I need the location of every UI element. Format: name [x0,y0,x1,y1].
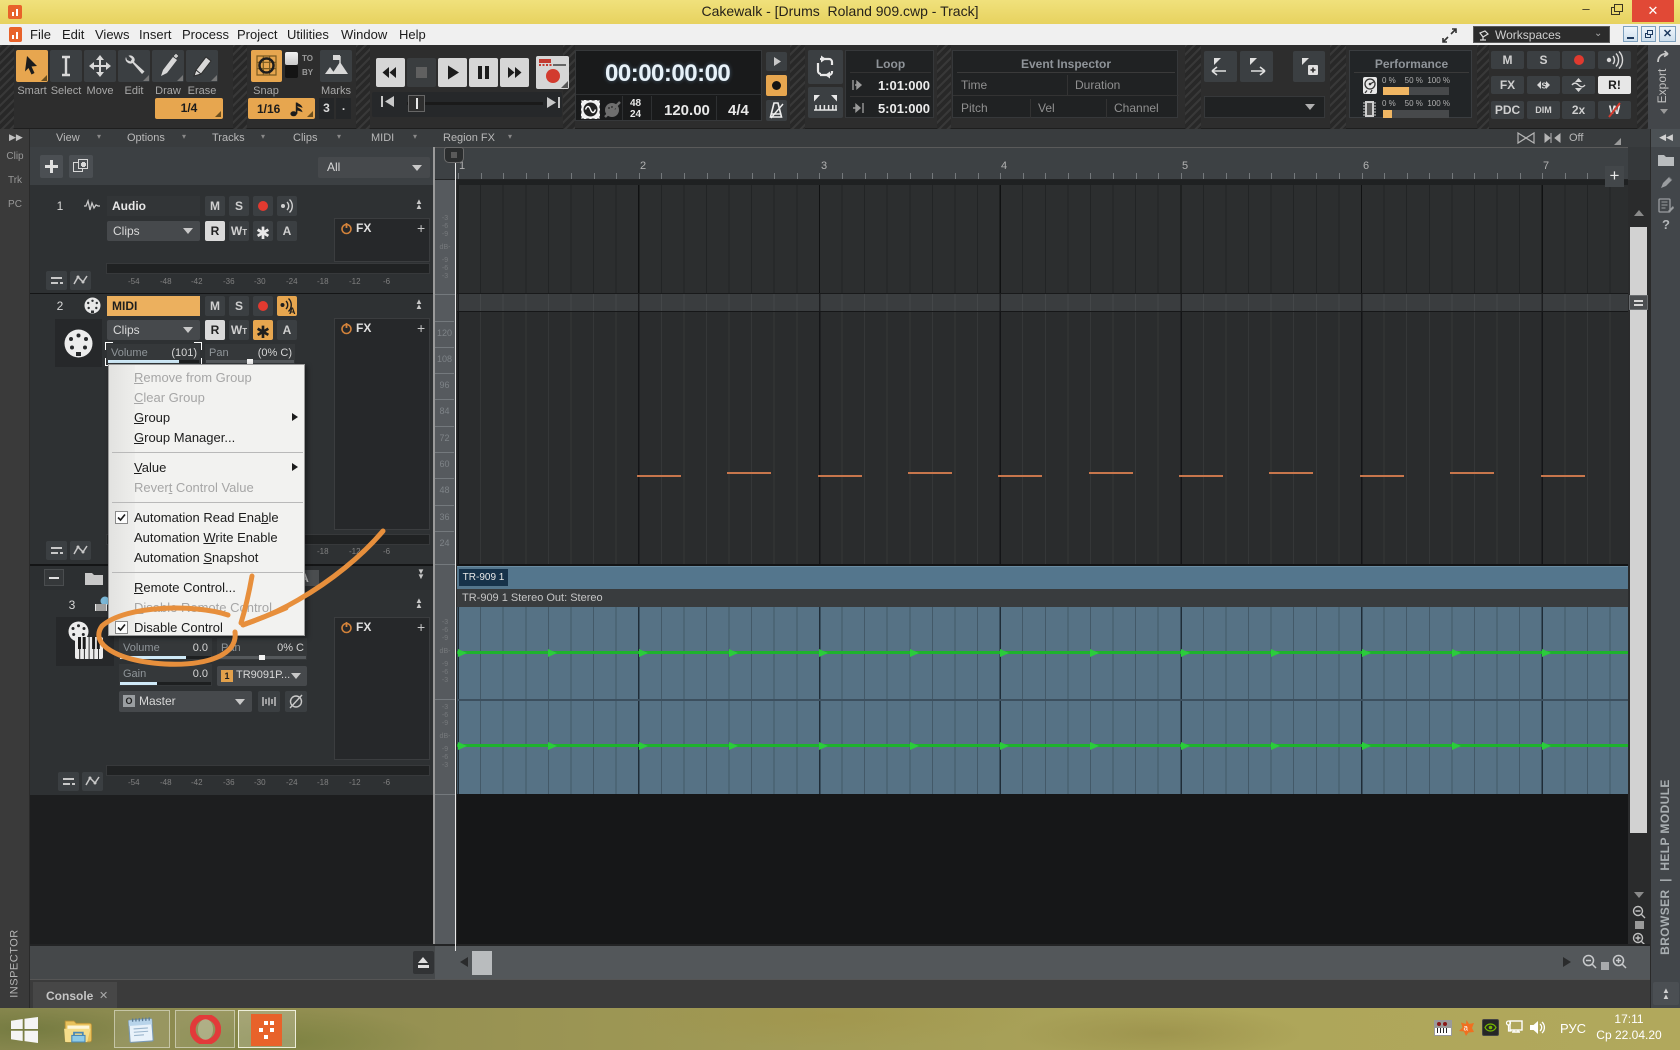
svg-text:S: S [1542,82,1548,91]
svg-text:A: A [289,306,296,316]
svg-text:a: a [1464,1024,1469,1033]
